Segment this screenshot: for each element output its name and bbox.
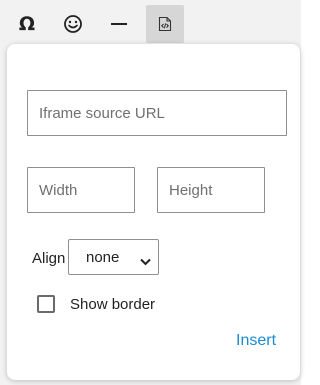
align-label: Align <box>32 250 66 267</box>
align-select[interactable]: none <box>68 239 159 275</box>
chevron-down-icon <box>140 253 151 270</box>
horizontal-rule-button[interactable] <box>100 5 138 43</box>
emoji-button[interactable] <box>54 5 92 43</box>
omega-icon: Ω <box>18 13 36 35</box>
editor-toolbar: Ω <box>0 0 301 44</box>
width-input[interactable] <box>27 167 135 213</box>
horizontal-rule-icon <box>111 22 127 26</box>
smiley-icon <box>63 14 83 34</box>
editor-stage: Ω Iframe source URL Width Height Align n… <box>0 0 301 385</box>
iframe-embed-icon <box>158 16 172 32</box>
insert-button[interactable]: Insert <box>236 332 276 350</box>
height-input[interactable] <box>157 167 265 213</box>
align-selected-value: none <box>86 249 120 266</box>
show-border-checkbox[interactable] <box>37 295 55 313</box>
iframe-dialog-panel: Align none Show border Insert <box>7 44 300 380</box>
special-character-button[interactable]: Ω <box>8 5 46 43</box>
show-border-label[interactable]: Show border <box>70 296 155 313</box>
iframe-embed-button[interactable] <box>146 5 184 43</box>
iframe-url-input[interactable] <box>27 90 287 136</box>
